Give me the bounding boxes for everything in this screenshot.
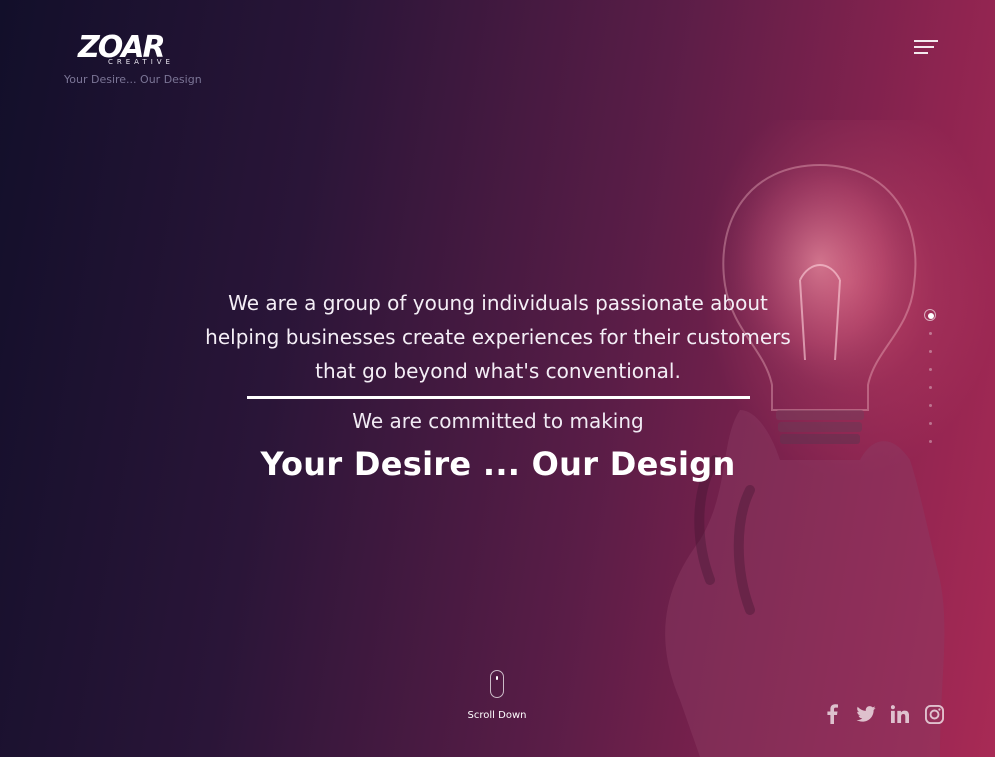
pagination-dot[interactable] [929, 368, 932, 371]
logo-subtext: CREATIVE [108, 58, 174, 66]
instagram-icon [924, 704, 944, 724]
brand-tagline: Your Desire... Our Design [64, 73, 202, 86]
hero-lead-text: We are a group of young individuals pass… [205, 291, 791, 383]
facebook-link[interactable] [822, 703, 842, 725]
pagination-dot-active[interactable] [924, 309, 936, 321]
pagination-dot[interactable] [929, 440, 932, 443]
linkedin-icon [891, 705, 909, 723]
hero-section: We are a group of young individuals pass… [198, 286, 798, 483]
pagination-dot[interactable] [929, 386, 932, 389]
scroll-down[interactable]: Scroll Down [455, 670, 539, 721]
instagram-link[interactable] [924, 703, 944, 725]
pagination-dot[interactable] [929, 350, 932, 353]
mouse-icon [490, 670, 504, 698]
hamburger-icon [914, 40, 938, 42]
pagination-dot[interactable] [929, 332, 932, 335]
twitter-icon [856, 706, 876, 722]
pagination-dot[interactable] [929, 422, 932, 425]
hero-divider [246, 396, 750, 399]
hero-title: Your Desire ... Our Design [260, 445, 736, 483]
hero-subheading: We are committed to making [352, 409, 644, 433]
social-links [822, 703, 944, 725]
pagination-dot[interactable] [929, 404, 932, 407]
scroll-down-label: Scroll Down [467, 710, 527, 721]
linkedin-link[interactable] [890, 703, 910, 725]
menu-button[interactable] [914, 38, 940, 56]
facebook-icon [827, 704, 838, 724]
twitter-link[interactable] [856, 703, 876, 725]
